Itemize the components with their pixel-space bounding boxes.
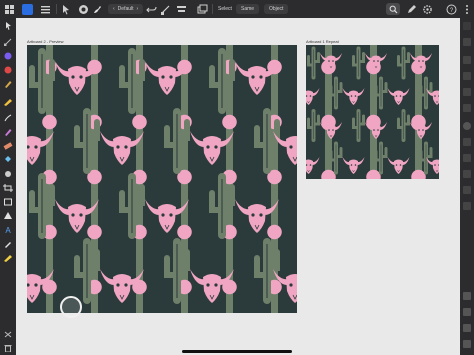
layers-icon[interactable] xyxy=(463,22,471,30)
rectangle-tool-icon[interactable] xyxy=(3,198,13,206)
move-tool-icon[interactable] xyxy=(60,3,71,15)
text-tool-icon[interactable]: A xyxy=(3,226,13,234)
text-styles-panel-icon[interactable] xyxy=(463,202,471,210)
menu-icon[interactable] xyxy=(40,3,51,15)
brushes-panel-icon[interactable] xyxy=(463,72,471,80)
brush-icon[interactable] xyxy=(92,3,103,15)
pen-icon[interactable] xyxy=(406,3,417,15)
color-picker-icon[interactable] xyxy=(3,52,13,60)
align-icon[interactable] xyxy=(176,3,187,15)
svg-text:?: ? xyxy=(450,8,454,14)
same-action[interactable]: Same xyxy=(236,4,260,14)
help-icon[interactable]: ? xyxy=(446,3,457,15)
clear-icon[interactable] xyxy=(3,330,13,338)
pen-tool-icon[interactable] xyxy=(3,80,13,88)
navigator-icon[interactable] xyxy=(463,122,471,130)
node-tool-icon[interactable] xyxy=(160,3,171,15)
same-action-label: Same xyxy=(241,6,255,12)
divider xyxy=(212,4,213,14)
styles-panel-icon[interactable] xyxy=(463,104,471,112)
left-toolbar: A xyxy=(0,18,16,355)
zoom-dropdown[interactable]: ‹ Default › xyxy=(108,4,144,14)
artboard-label: Artboard 2 - Preview xyxy=(27,39,64,44)
distribute-icon[interactable] xyxy=(463,308,471,316)
insert-icon[interactable] xyxy=(463,324,471,332)
home-indicator xyxy=(182,350,292,353)
object-action[interactable]: Object xyxy=(264,4,289,14)
trash-icon[interactable] xyxy=(3,344,13,352)
stroke-panel-icon[interactable] xyxy=(463,56,471,64)
vector-brush-icon[interactable] xyxy=(3,114,13,122)
effects-panel-icon[interactable] xyxy=(463,88,471,96)
chevron-right-icon[interactable]: › xyxy=(137,6,139,12)
color-panel-icon[interactable] xyxy=(463,38,471,46)
pencil-icon[interactable] xyxy=(3,254,13,262)
node-tool-icon[interactable] xyxy=(3,38,13,46)
brush-tool-icon[interactable] xyxy=(3,128,13,136)
transparency-tool-icon[interactable] xyxy=(3,170,13,178)
artboard-label: Artboard 1 Repeat xyxy=(306,39,339,44)
fill-bucket-icon[interactable] xyxy=(3,156,13,164)
search-icon[interactable] xyxy=(386,3,400,15)
history-panel-icon[interactable] xyxy=(463,154,471,162)
artboard-preview[interactable] xyxy=(27,45,297,313)
skull-cactus-pattern xyxy=(306,46,439,175)
select-action[interactable]: Select xyxy=(218,3,232,15)
more-icon[interactable] xyxy=(462,3,472,15)
eyedropper-icon[interactable] xyxy=(3,240,13,248)
help-panel-icon[interactable] xyxy=(463,340,471,348)
skull-cactus-pattern xyxy=(27,45,297,313)
pencil-tool-icon[interactable] xyxy=(3,98,13,106)
crop-tool-icon[interactable] xyxy=(3,184,13,192)
chevron-left-icon[interactable]: ‹ xyxy=(113,6,115,12)
object-action-label: Object xyxy=(269,6,284,12)
eraser-tool-icon[interactable] xyxy=(3,142,13,150)
svg-text:A: A xyxy=(5,226,11,234)
select-action-label: Select xyxy=(218,6,232,12)
app-logo-icon[interactable] xyxy=(22,3,33,15)
undo-icon[interactable] xyxy=(146,3,157,15)
move-tool-icon[interactable] xyxy=(3,22,13,30)
symbols-panel-icon[interactable] xyxy=(463,170,471,178)
artboard-repeat[interactable] xyxy=(306,45,439,179)
divider xyxy=(56,4,57,14)
transform-panel-icon[interactable] xyxy=(463,138,471,146)
right-studio-bar xyxy=(460,18,474,355)
top-toolbar: ‹ Default › Select Same Object ? xyxy=(0,0,474,18)
fill-tool-icon[interactable] xyxy=(3,66,13,74)
triangle-tool-icon[interactable] xyxy=(3,212,13,220)
arrange-icon[interactable] xyxy=(463,292,471,300)
persona-icon[interactable] xyxy=(78,3,89,15)
grid-icon[interactable] xyxy=(4,3,15,15)
touch-indicator xyxy=(60,296,82,318)
zoom-label: Default xyxy=(117,6,134,12)
settings-icon[interactable] xyxy=(422,3,433,15)
snapshots-panel-icon[interactable] xyxy=(463,186,471,194)
assets-icon[interactable] xyxy=(197,3,208,15)
